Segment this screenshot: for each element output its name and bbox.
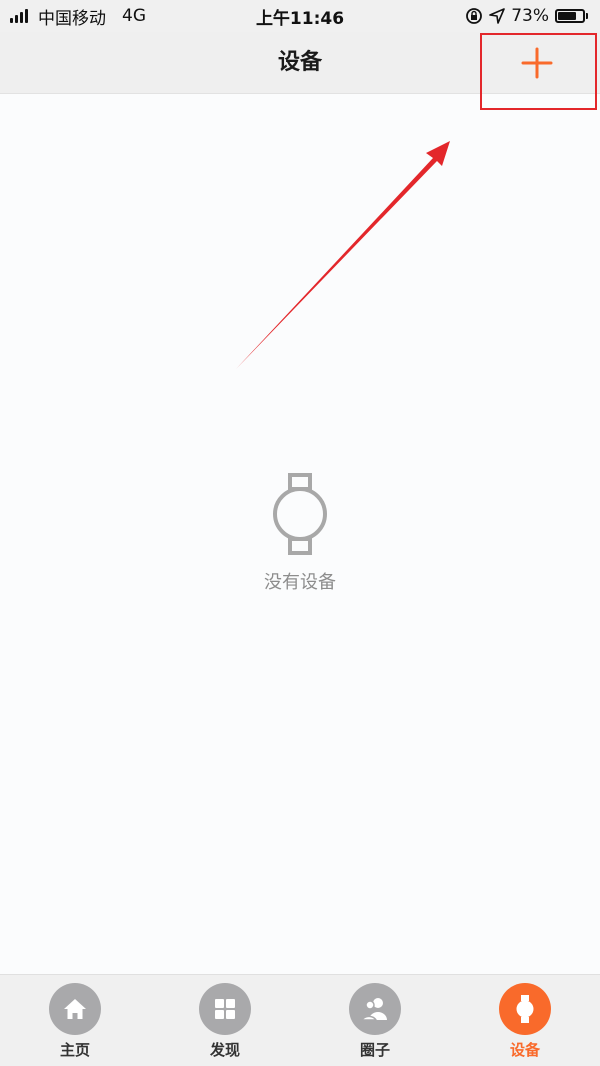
grid-icon xyxy=(215,999,235,1019)
tab-devices[interactable]: 设备 xyxy=(450,975,600,1066)
people-icon xyxy=(361,998,387,1021)
grid-icon-circle xyxy=(199,983,251,1035)
home-icon-circle xyxy=(49,983,101,1035)
status-right: 73% xyxy=(465,6,588,26)
tab-label: 主页 xyxy=(59,1041,90,1059)
battery-fill xyxy=(558,12,576,20)
tab-home[interactable]: 主页 xyxy=(0,975,150,1066)
status-bar: 中国移动 4G 上午11:46 73% xyxy=(0,0,600,32)
rotation-lock-icon xyxy=(466,8,483,24)
tab-circle[interactable]: 圈子 xyxy=(300,975,450,1066)
watch-icon xyxy=(273,473,327,555)
network-label: 4G xyxy=(122,6,146,26)
battery-percent: 73% xyxy=(511,6,549,26)
add-device-button[interactable] xyxy=(520,46,554,80)
signal-icon xyxy=(10,9,28,23)
tab-discover[interactable]: 发现 xyxy=(150,975,300,1066)
tab-label: 发现 xyxy=(209,1041,240,1059)
carrier-label: 中国移动 xyxy=(38,8,106,29)
location-arrow-icon xyxy=(489,8,506,24)
tab-bar: 主页 发现 圈子 设备 xyxy=(0,974,600,1066)
status-left: 中国移动 4G xyxy=(10,4,146,29)
empty-state-text: 没有设备 xyxy=(264,572,336,593)
battery-icon xyxy=(555,9,588,23)
home-icon xyxy=(64,999,86,1019)
empty-state: 没有设备 xyxy=(0,472,600,594)
watch-icon xyxy=(516,995,534,1023)
plus-icon xyxy=(521,47,553,79)
tab-label: 圈子 xyxy=(359,1041,390,1059)
page-title: 设备 xyxy=(277,50,322,75)
watch-icon-circle xyxy=(499,983,551,1035)
nav-bar: 设备 xyxy=(0,32,600,94)
tab-label: 设备 xyxy=(509,1041,540,1059)
people-icon-circle xyxy=(349,983,401,1035)
